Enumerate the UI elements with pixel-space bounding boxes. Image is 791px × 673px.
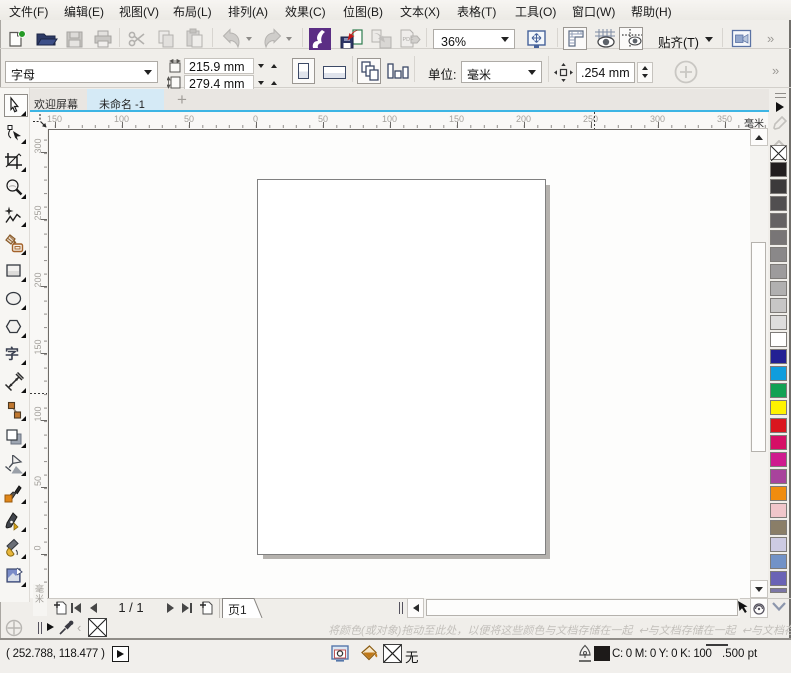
svg-text:PDF: PDF bbox=[403, 37, 415, 43]
